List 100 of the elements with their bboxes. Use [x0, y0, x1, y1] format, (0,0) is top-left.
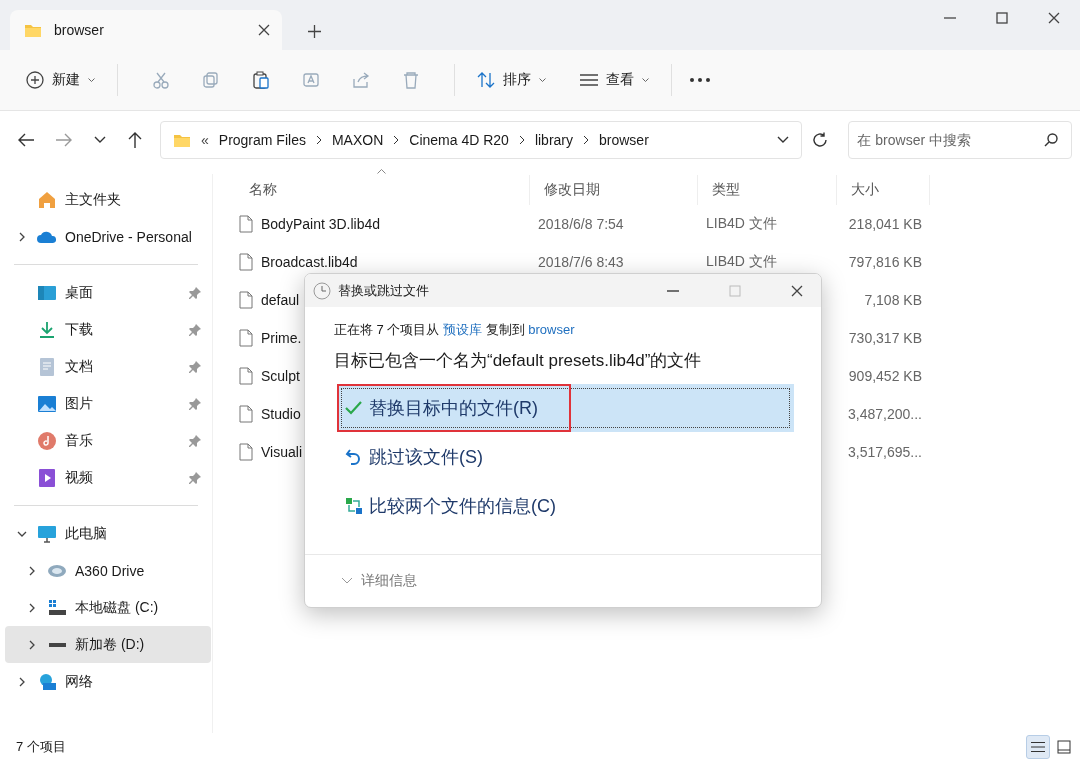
file-icon — [239, 215, 253, 233]
sidebar-item[interactable]: OneDrive - Personal — [5, 218, 211, 255]
close-icon[interactable] — [258, 24, 270, 36]
item-count: 7 个项目 — [16, 738, 66, 756]
column-header[interactable]: 大小 — [837, 175, 930, 205]
details-view-button[interactable] — [1026, 735, 1050, 759]
breadcrumb-link[interactable]: MAXON — [331, 132, 384, 148]
column-header[interactable]: 名称 — [235, 175, 530, 205]
breadcrumb-link[interactable]: Cinema 4D R20 — [409, 132, 509, 148]
drive-icon — [47, 597, 67, 618]
file-name[interactable]: Broadcast.lib4d — [261, 254, 358, 270]
file-icon — [239, 329, 253, 347]
source-link[interactable]: 预设库 — [443, 322, 483, 337]
file-size: 3,487,200... — [848, 406, 922, 422]
breadcrumb-link[interactable]: Program Files — [218, 132, 306, 148]
file-size: 730,317 KB — [848, 330, 922, 346]
chevron-right-icon[interactable] — [28, 602, 36, 613]
file-name[interactable]: Prime. — [261, 330, 302, 346]
forward-arrow-icon[interactable] — [56, 133, 72, 147]
view-button[interactable]: 查看 — [576, 65, 653, 95]
chevron-right-icon — [518, 135, 525, 145]
file-icon — [239, 291, 253, 309]
undo-arrow-icon — [345, 448, 363, 466]
column-header[interactable]: 修改日期 — [530, 175, 698, 205]
new-button[interactable]: 新建 — [22, 65, 99, 95]
file-name[interactable]: Studio — [261, 406, 301, 422]
maximize-icon[interactable] — [996, 12, 1008, 24]
chevron-right-icon — [583, 135, 589, 145]
dialog-option[interactable]: 跳过该文件(S) — [337, 433, 794, 481]
file-name[interactable]: Visuali — [261, 444, 302, 460]
close-icon[interactable] — [791, 284, 803, 297]
file-size: 218,041 KB — [848, 216, 922, 232]
dialog-option[interactable]: 比较两个文件的信息(C) — [337, 482, 794, 530]
overflow-mark[interactable]: « — [201, 132, 209, 148]
chevron-down-icon[interactable] — [777, 136, 790, 144]
sidebar-item[interactable]: 新加卷 (D:) — [5, 626, 211, 663]
window-tab[interactable]: browser — [10, 10, 282, 50]
sidebar-item[interactable]: 网络 — [5, 663, 211, 700]
chevron-right-icon — [393, 135, 400, 145]
close-icon[interactable] — [1048, 12, 1060, 24]
paste-icon[interactable] — [252, 71, 270, 89]
dialog-option[interactable]: 替换目标中的文件(R) — [337, 384, 794, 432]
sidebar-item[interactable]: 音乐 — [5, 422, 211, 459]
source-link[interactable]: browser — [528, 322, 575, 337]
refresh-icon[interactable] — [812, 132, 829, 148]
sort-button[interactable]: 排序 — [473, 65, 550, 95]
file-icon — [239, 253, 253, 271]
chevron-down-icon[interactable] — [94, 136, 106, 144]
caret-down-icon — [539, 77, 546, 83]
chevron-right-icon[interactable] — [28, 565, 36, 576]
sidebar-item[interactable]: A360 Drive — [5, 552, 211, 589]
sort-arrows-icon — [477, 71, 495, 89]
sidebar-item[interactable]: 主文件夹 — [5, 181, 211, 218]
sidebar-item[interactable]: 桌面 — [5, 274, 211, 311]
modified-date: 2018/6/8 7:54 — [538, 216, 624, 232]
sidebar-item[interactable]: 本地磁盘 (C:) — [5, 589, 211, 626]
file-type: LIB4D 文件 — [706, 215, 777, 231]
file-name[interactable]: BodyPaint 3D.lib4d — [261, 216, 381, 232]
status-text: 正在将 7 个项目从 — [334, 322, 441, 337]
status-text: 复制到 — [484, 322, 526, 337]
column-header[interactable]: 类型 — [698, 175, 837, 205]
file-name[interactable]: Sculpt — [261, 368, 300, 384]
monitor-icon — [37, 523, 57, 544]
sidebar-item[interactable]: 下载 — [5, 311, 211, 348]
chevron-right-icon[interactable] — [28, 639, 36, 650]
sidebar-item[interactable]: 此电脑 — [5, 515, 211, 552]
file-icon — [239, 405, 253, 423]
picture-icon — [37, 393, 57, 414]
breadcrumb-link[interactable]: browser — [599, 132, 649, 148]
chevron-down-icon[interactable] — [17, 529, 27, 538]
plus-icon[interactable] — [308, 25, 321, 38]
chevron-right-icon[interactable] — [18, 231, 26, 242]
file-size: 797,816 KB — [848, 254, 922, 270]
sidebar-item[interactable]: 文档 — [5, 348, 211, 385]
clock-icon — [313, 281, 331, 300]
back-arrow-icon[interactable] — [18, 133, 34, 147]
sidebar-item[interactable]: 图片 — [5, 385, 211, 422]
search-field[interactable]: 在 browser 中搜索 — [848, 121, 1072, 159]
plus-circle-icon — [26, 71, 44, 89]
address-bar[interactable]: « Program Files MAXON Cinema 4D R20 library browser — [160, 121, 803, 159]
up-arrow-icon[interactable] — [128, 132, 142, 148]
document-icon — [37, 356, 57, 377]
search-icon[interactable] — [1044, 133, 1058, 147]
breadcrumb-link[interactable]: library — [534, 132, 573, 148]
chevron-right-icon[interactable] — [18, 676, 26, 687]
download-icon — [37, 319, 57, 340]
compare-icon — [345, 497, 363, 515]
folder-icon — [24, 22, 42, 38]
more-icon[interactable] — [690, 78, 710, 82]
file-name[interactable]: defaul — [261, 292, 300, 308]
dialog-title: 替换或跳过文件 — [338, 281, 430, 300]
file-size: 7,108 KB — [864, 292, 922, 308]
modified-date: 2018/7/6 8:43 — [538, 254, 624, 270]
conflict-message: 目标已包含一个名为“default presets.lib4d”的文件 — [334, 350, 703, 372]
file-size: 3,517,695... — [848, 444, 922, 460]
chevron-right-icon — [315, 135, 322, 145]
details-toggle[interactable]: 详细信息 — [361, 572, 417, 590]
sidebar-item[interactable]: 视频 — [5, 459, 211, 496]
check-icon — [345, 399, 363, 417]
lines-icon — [580, 73, 598, 87]
